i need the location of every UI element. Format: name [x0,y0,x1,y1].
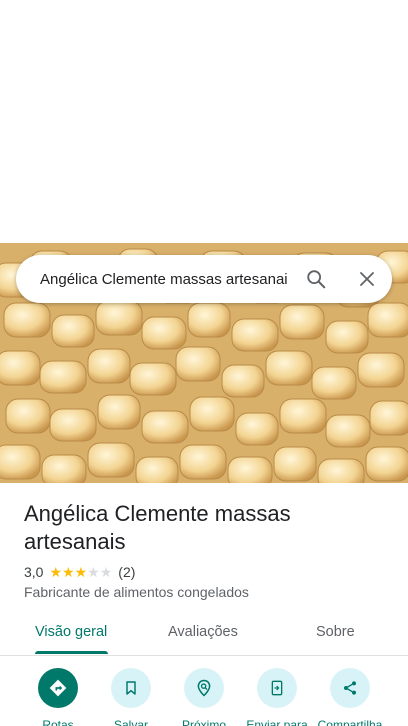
send-circle [257,668,297,708]
share-icon [344,681,356,695]
search-button[interactable] [302,265,330,293]
nearby-circle [184,668,224,708]
search-input[interactable]: Angélica Clemente massas artesanais [40,271,288,288]
review-count[interactable]: (2) [118,564,135,580]
map-area-blank [0,0,408,243]
place-category: Fabricante de alimentos congelados [24,584,249,600]
place-title: Angélica Clemente massas artesanais [24,501,291,554]
send-to-phone-button[interactable]: Enviar para [237,668,317,726]
close-icon [360,272,374,286]
save-circle [111,668,151,708]
directions-circle [38,668,78,708]
rating-value: 3,0 [24,564,44,580]
save-button[interactable]: Salvar [91,668,171,726]
rating-row[interactable]: 3,0 ★ ★ ★ ★ ★ (2) [24,563,135,581]
nearby-label: Próximo [181,718,226,726]
save-label: Salvar [113,718,148,726]
action-bar: Rotas Salvar Próximo Enviar para Compart… [0,668,408,726]
rating-stars: ★ ★ ★ ★ ★ [49,565,112,579]
send-to-phone-icon [271,680,283,696]
tab-reviews[interactable]: Avaliações [168,624,238,640]
directions-button[interactable]: Rotas [18,668,98,726]
bookmark-icon [126,681,136,695]
share-label: Compartilha [317,718,383,726]
share-circle [330,668,370,708]
star-empty-icon: ★ [87,564,100,580]
nearby-search-icon [197,679,211,697]
search-bar[interactable]: Angélica Clemente massas artesanais [16,255,392,303]
star-filled-icon: ★ [62,564,75,580]
directions-label: Rotas [42,718,74,726]
star-empty-icon: ★ [99,564,113,580]
share-button[interactable]: Compartilha [310,668,390,726]
clear-search-button[interactable] [353,265,381,293]
search-icon [307,270,326,289]
star-filled-icon: ★ [74,564,88,580]
star-filled-icon: ★ [49,564,63,580]
tab-about[interactable]: Sobre [316,624,355,640]
send-to-phone-label: Enviar para [246,718,308,726]
tab-overview[interactable]: Visão geral [35,624,107,640]
directions-icon [49,679,67,697]
nearby-button[interactable]: Próximo [164,668,244,726]
place-tabs: Visão geral Avaliações Sobre [0,614,408,656]
active-tab-indicator [35,651,108,654]
